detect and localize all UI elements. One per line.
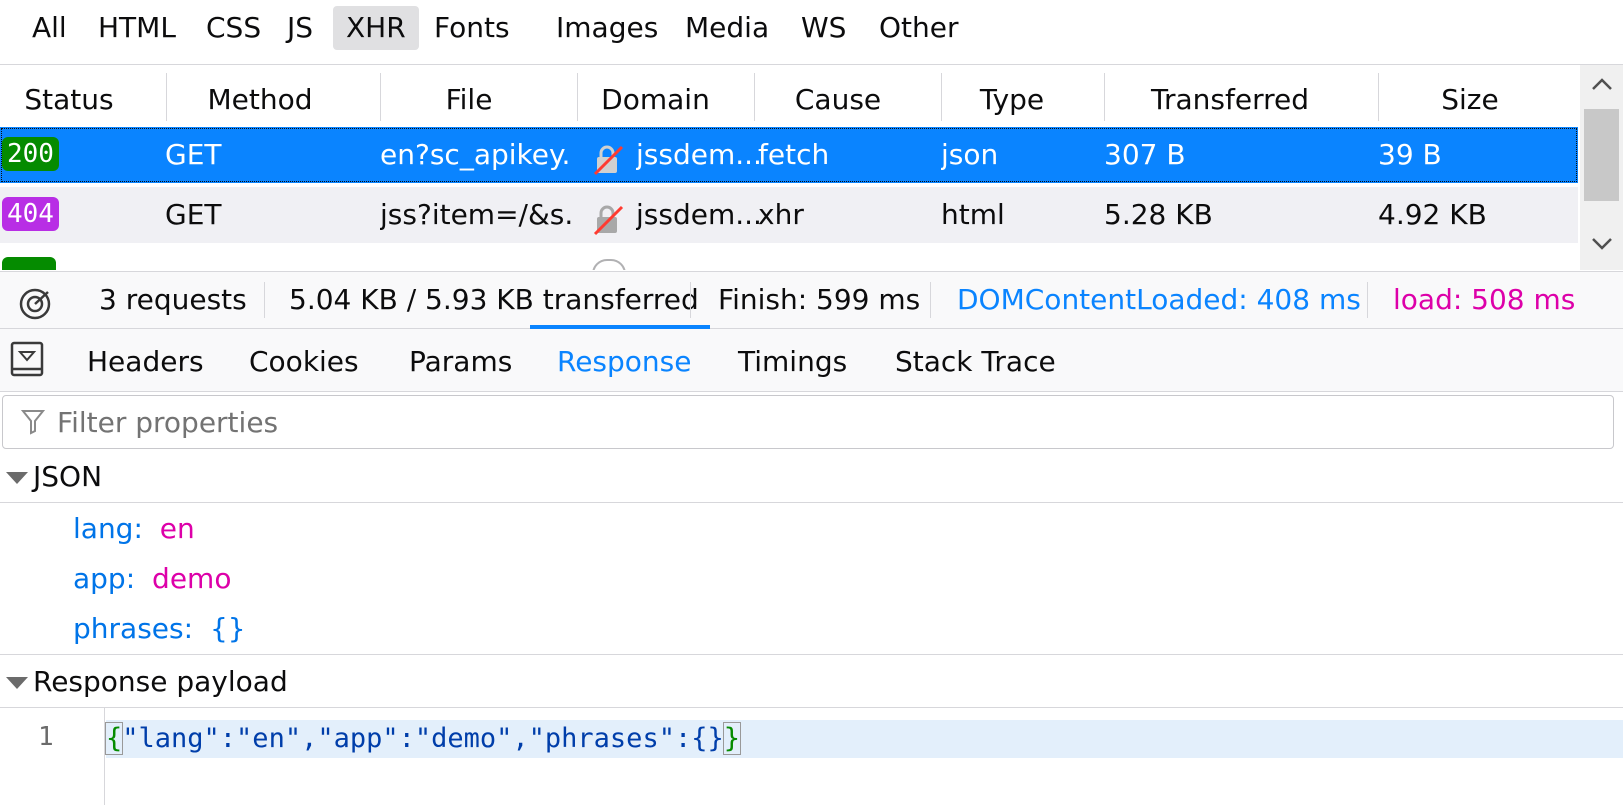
performance-analysis-icon[interactable] bbox=[18, 284, 52, 320]
size-cell: 39 B bbox=[1378, 138, 1442, 171]
table-header: Status Method File Domain Cause Type Tra… bbox=[0, 65, 1580, 125]
tab-params[interactable]: Params bbox=[409, 329, 512, 391]
json-section-header[interactable]: JSON bbox=[0, 450, 1623, 503]
tab-stack-trace[interactable]: Stack Trace bbox=[895, 329, 1056, 391]
line-number-gutter: 1 bbox=[0, 708, 105, 805]
filter-images-button[interactable]: Images bbox=[543, 6, 671, 50]
summary-bar: 3 requests 5.04 KB / 5.93 KB transferred… bbox=[0, 271, 1623, 328]
response-code-editor[interactable]: 1 {"lang":"en","app":"demo","phrases":{}… bbox=[0, 708, 1623, 805]
domain-cell: jssdem... bbox=[636, 198, 762, 231]
requests-scrollbar[interactable] bbox=[1580, 65, 1623, 270]
method-cell: GET bbox=[165, 198, 222, 231]
column-header-size[interactable]: Size bbox=[1379, 65, 1561, 125]
filter-properties-input[interactable] bbox=[55, 396, 1599, 448]
scroll-up-arrow-icon[interactable] bbox=[1586, 71, 1617, 99]
response-payload-section-header[interactable]: Response payload bbox=[0, 655, 1623, 708]
filter-css-button[interactable]: CSS bbox=[193, 6, 274, 50]
dom-content-loaded-time: DOMContentLoaded: 408 ms bbox=[957, 283, 1361, 316]
json-key: lang: bbox=[73, 512, 143, 545]
response-payload-title: Response payload bbox=[33, 665, 288, 698]
filter-all-button[interactable]: All bbox=[19, 6, 80, 50]
filter-fonts-button[interactable]: Fonts bbox=[421, 6, 523, 50]
table-row[interactable]: 200 GET en?sc_apikey... jssdem... fetch … bbox=[0, 127, 1578, 183]
expand-triangle-icon[interactable] bbox=[6, 472, 28, 484]
filter-xhr-button[interactable]: XHR bbox=[333, 6, 419, 50]
summary-divider bbox=[930, 282, 931, 318]
network-monitor: All HTML CSS JS XHR Fonts Images Media W… bbox=[0, 0, 1623, 805]
status-badge bbox=[2, 257, 56, 270]
transferred-summary: 5.04 KB / 5.93 KB transferred bbox=[289, 283, 699, 316]
json-value: {} bbox=[209, 612, 246, 645]
json-property[interactable]: app: demo bbox=[73, 554, 231, 604]
details-tabs: Headers Cookies Params Response Timings … bbox=[0, 325, 1623, 392]
globe-icon bbox=[592, 259, 626, 270]
toggle-sidebar-icon[interactable] bbox=[10, 341, 44, 377]
code-line[interactable]: {"lang":"en","app":"demo","phrases":{}} bbox=[104, 720, 1623, 758]
method-cell: GET bbox=[165, 138, 222, 171]
filter-properties-box bbox=[2, 395, 1614, 449]
type-cell: json bbox=[941, 138, 999, 171]
scroll-down-arrow-icon[interactable] bbox=[1586, 231, 1617, 259]
column-header-method[interactable]: Method bbox=[167, 65, 353, 125]
type-cell: html bbox=[941, 198, 1005, 231]
filter-media-button[interactable]: Media bbox=[672, 6, 782, 50]
filter-icon bbox=[20, 409, 46, 435]
tab-response[interactable]: Response bbox=[557, 329, 691, 391]
json-value: en bbox=[159, 512, 195, 545]
finish-time: Finish: 599 ms bbox=[718, 283, 921, 316]
size-cell: 4.92 KB bbox=[1378, 198, 1487, 231]
file-cell: jss?item=/&s... bbox=[380, 198, 572, 231]
json-section-title: JSON bbox=[33, 460, 103, 493]
line-number: 1 bbox=[38, 722, 54, 752]
column-header-status[interactable]: Status bbox=[0, 65, 138, 125]
json-key: phrases: bbox=[73, 612, 194, 645]
column-header-transferred[interactable]: Transferred bbox=[1105, 65, 1355, 125]
tab-timings[interactable]: Timings bbox=[738, 329, 847, 391]
insecure-lock-icon bbox=[592, 139, 624, 176]
filter-other-button[interactable]: Other bbox=[866, 6, 972, 50]
status-badge: 404 bbox=[2, 197, 59, 231]
filter-html-button[interactable]: HTML bbox=[85, 6, 189, 50]
summary-divider bbox=[690, 282, 691, 318]
close-brace: } bbox=[722, 722, 742, 755]
json-property[interactable]: phrases: {} bbox=[73, 604, 246, 654]
tab-headers[interactable]: Headers bbox=[87, 329, 204, 391]
column-header-type[interactable]: Type bbox=[942, 65, 1082, 125]
table-row[interactable] bbox=[0, 247, 1578, 270]
cause-cell: xhr bbox=[758, 198, 804, 231]
expand-triangle-icon[interactable] bbox=[6, 677, 28, 689]
cause-cell: fetch bbox=[758, 138, 830, 171]
filter-js-button[interactable]: JS bbox=[274, 6, 326, 50]
request-type-filter-bar: All HTML CSS JS XHR Fonts Images Media W… bbox=[0, 0, 1623, 65]
json-value: demo bbox=[152, 562, 232, 595]
json-key: app: bbox=[73, 562, 136, 595]
load-time: load: 508 ms bbox=[1393, 283, 1576, 316]
column-header-file[interactable]: File bbox=[381, 65, 557, 125]
requests-table: Status Method File Domain Cause Type Tra… bbox=[0, 65, 1623, 270]
column-header-domain[interactable]: Domain bbox=[578, 65, 733, 125]
summary-divider bbox=[1367, 282, 1368, 318]
status-badge: 200 bbox=[2, 137, 59, 171]
domain-cell: jssdem... bbox=[636, 138, 762, 171]
table-row[interactable]: 404 GET jss?item=/&s... jssdem... xhr ht… bbox=[0, 187, 1578, 243]
insecure-lock-icon bbox=[592, 199, 624, 236]
code-text: "lang":"en","app":"demo","phrases":{} bbox=[122, 723, 724, 754]
request-count: 3 requests bbox=[99, 283, 247, 316]
transferred-cell: 307 B bbox=[1104, 138, 1186, 171]
file-cell: en?sc_apikey... bbox=[380, 138, 572, 171]
json-property[interactable]: lang: en bbox=[73, 504, 195, 554]
tab-cookies[interactable]: Cookies bbox=[249, 329, 359, 391]
open-brace: { bbox=[104, 722, 124, 755]
column-header-cause[interactable]: Cause bbox=[755, 65, 921, 125]
summary-divider bbox=[264, 282, 265, 318]
transferred-cell: 5.28 KB bbox=[1104, 198, 1213, 231]
scrollbar-thumb[interactable] bbox=[1584, 109, 1619, 201]
filter-ws-button[interactable]: WS bbox=[788, 6, 859, 50]
